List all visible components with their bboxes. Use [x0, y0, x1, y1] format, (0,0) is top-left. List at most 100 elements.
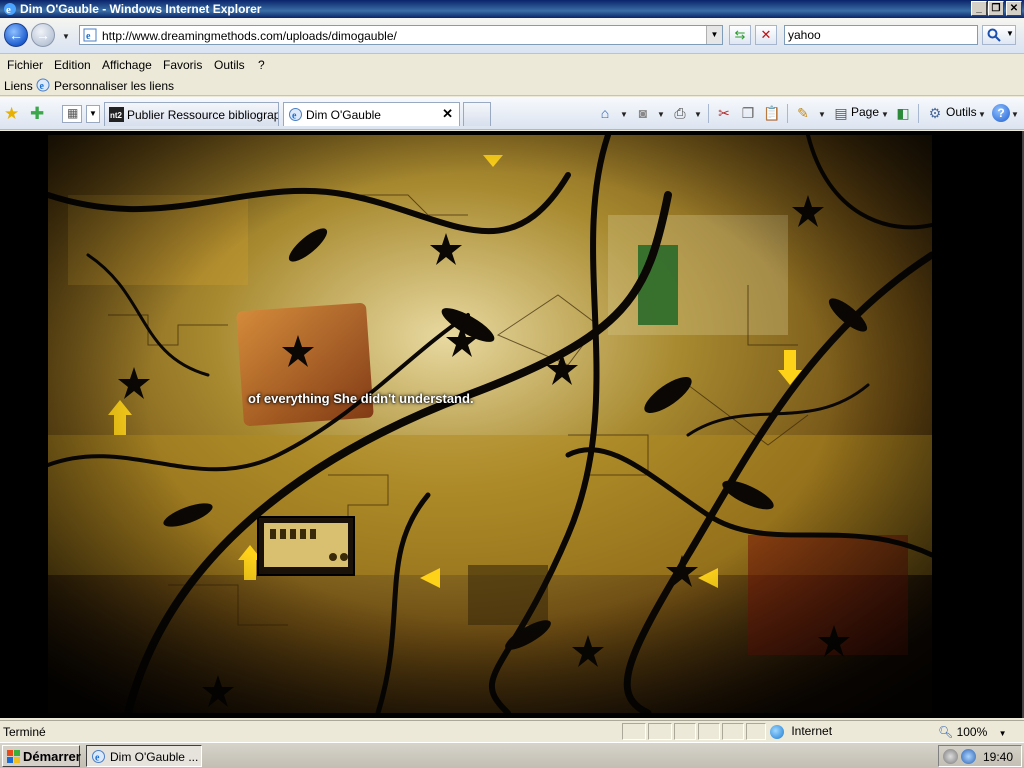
close-tab-icon[interactable]: ✕ [442, 106, 453, 122]
links-label: Liens [4, 79, 33, 93]
zoom-dropdown-icon[interactable]: ▼ [999, 729, 1007, 738]
refresh-icon: ⇆ [734, 27, 746, 42]
menu-outils[interactable]: Outils [214, 58, 245, 72]
clock: 19:40 [982, 750, 1013, 764]
menu-edition[interactable]: Edition [54, 58, 91, 72]
print-icon[interactable]: ⎙ [671, 104, 689, 122]
status-panel [674, 723, 696, 740]
ie-logo-icon: e [4, 3, 16, 16]
customize-links-link[interactable]: Personnaliser les liens [54, 79, 174, 93]
print-dropdown-icon[interactable]: ▼ [694, 110, 702, 119]
status-panel [648, 723, 672, 740]
system-tray: 19:40 [938, 745, 1022, 767]
page-content: of everything She didn't understand. [0, 131, 1024, 718]
start-label: Démarrer [23, 749, 81, 764]
address-field[interactable]: e http://www.dreamingmethods.com/uploads… [79, 25, 723, 45]
history-dropdown-icon[interactable]: ▼ [62, 32, 70, 41]
forward-button[interactable]: → [31, 23, 55, 47]
ie-page-icon: e [36, 78, 50, 92]
favorites-star-icon[interactable]: ★ [4, 104, 19, 124]
svg-text:e: e [40, 81, 45, 92]
zoom-level: 100% [956, 725, 988, 739]
taskbar-item-label: Dim O'Gauble ... [110, 750, 199, 764]
address-toolbar: ← → ▼ e http://www.dreamingmethods.com/u… [0, 18, 1024, 54]
stop-button[interactable]: ✕ [755, 25, 777, 45]
menu-fichier[interactable]: Fichier [7, 58, 43, 72]
svg-text:e: e [6, 4, 11, 16]
restore-button[interactable]: ❐ [988, 1, 1004, 16]
window-title: Dim O'Gauble - Windows Internet Explorer [20, 2, 262, 16]
taskbar-item-ie[interactable]: e Dim O'Gauble ... [86, 745, 202, 767]
tools-menu-button[interactable]: Outils [946, 105, 977, 119]
taskbar: Démarrer e Dim O'Gauble ... 19:40 [0, 742, 1024, 768]
edit-dropdown-icon[interactable]: ▼ [818, 110, 826, 119]
tab-list-dropdown-icon[interactable]: ▼ [86, 105, 100, 123]
research-icon[interactable]: ◧ [894, 104, 912, 122]
page-icon: ▤ [834, 105, 848, 121]
feed-dropdown-icon[interactable]: ▼ [657, 110, 665, 119]
home-dropdown-icon[interactable]: ▼ [620, 110, 628, 119]
page-dropdown-icon[interactable]: ▼ [881, 110, 889, 119]
separator [708, 104, 709, 123]
status-panel [698, 723, 720, 740]
address-url: http://www.dreamingmethods.com/uploads/d… [102, 29, 397, 43]
tools-gear-icon: ⚙ [928, 105, 942, 121]
status-bar: Terminé Internet 🔍︎ 100% ▼ [0, 720, 1024, 742]
home-icon[interactable]: ⌂ [596, 104, 614, 122]
tab-command-bar: ★ ✚ ▦ ▼ nt2 Publier Ressource bibliograp… [0, 97, 1024, 130]
copy-icon[interactable]: ❐ [739, 104, 757, 122]
search-dropdown-icon[interactable]: ▼ [1006, 29, 1014, 38]
nt2-icon: nt2 [109, 107, 124, 122]
help-dropdown-icon[interactable]: ▼ [1011, 110, 1019, 119]
forward-arrow-icon: → [36, 27, 50, 43]
minimize-button[interactable]: _ [971, 1, 987, 16]
security-zone[interactable]: Internet [770, 724, 832, 739]
svg-text:e: e [86, 31, 91, 42]
ie-page-icon: e [289, 108, 302, 122]
svg-text:e: e [95, 753, 100, 764]
links-bar: Liens e Personnaliser les liens [0, 76, 1024, 96]
address-dropdown-icon[interactable]: ▼ [706, 26, 722, 44]
tab-publier[interactable]: nt2 Publier Ressource bibliograp... [104, 102, 279, 126]
paste-icon[interactable]: 📋 [763, 104, 781, 122]
search-input[interactable]: yahoo [784, 25, 978, 45]
tools-dropdown-icon[interactable]: ▼ [978, 110, 986, 119]
stop-icon: ✕ [760, 27, 772, 42]
page-menu-button[interactable]: Page [851, 105, 879, 119]
globe-icon [770, 724, 784, 739]
rss-feed-icon[interactable]: ◙ [634, 104, 652, 122]
new-tab-button[interactable] [463, 102, 491, 126]
menu-favoris[interactable]: Favoris [163, 58, 202, 72]
zone-label: Internet [791, 724, 833, 738]
close-window-button[interactable]: ✕ [1006, 1, 1022, 16]
back-button[interactable]: ← [4, 23, 28, 47]
add-favorite-icon[interactable]: ✚ [30, 104, 44, 124]
windows-flag-icon [7, 750, 20, 763]
edit-pencil-icon[interactable]: ✎ [794, 104, 812, 122]
separator [918, 104, 919, 123]
tray-network-icon[interactable] [961, 749, 976, 764]
svg-text:e: e [292, 111, 297, 122]
zoom-control[interactable]: 🔍︎ 100% ▼ [938, 725, 1007, 739]
svg-text:nt2: nt2 [110, 111, 123, 120]
menu-affichage[interactable]: Affichage [102, 58, 152, 72]
refresh-button[interactable]: ⇆ [729, 25, 751, 45]
status-panel [722, 723, 744, 740]
menu-help[interactable]: ? [258, 58, 265, 72]
tab-label: Dim O'Gauble [306, 108, 381, 122]
search-button[interactable]: ▼ [982, 25, 1016, 45]
tray-speaker-icon[interactable] [943, 749, 958, 764]
search-icon [987, 28, 1001, 42]
separator [787, 104, 788, 123]
dim-ogauble-artwork[interactable] [48, 135, 932, 713]
tab-dim-ogauble[interactable]: e Dim O'Gauble ✕ [283, 102, 460, 126]
tab-label: Publier Ressource bibliograp... [127, 108, 279, 122]
zoom-magnifier-icon: 🔍︎ [938, 725, 954, 739]
story-caption: of everything She didn't understand. [248, 391, 474, 406]
quick-tabs-icon: ▦ [67, 106, 79, 120]
status-panel [622, 723, 646, 740]
start-button[interactable]: Démarrer [2, 745, 81, 767]
help-button[interactable]: ? [992, 104, 1010, 122]
cut-icon[interactable]: ✂ [715, 104, 733, 122]
quick-tabs-button[interactable]: ▦ [62, 105, 82, 123]
